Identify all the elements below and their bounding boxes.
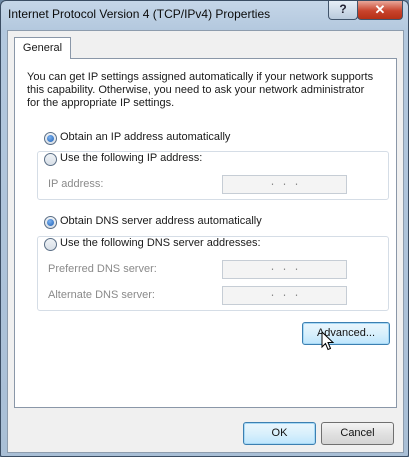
use-following-ip-radio[interactable] (44, 153, 57, 166)
window-title: Internet Protocol Version 4 (TCP/IPv4) P… (8, 7, 271, 21)
obtain-dns-auto-label[interactable]: Obtain DNS server address automatically (60, 215, 262, 227)
close-button[interactable]: ✕ (357, 1, 403, 20)
dialog-client-area: General You can get IP settings assigned… (7, 30, 404, 453)
use-following-dns-label[interactable]: Use the following DNS server addresses: (60, 237, 263, 249)
obtain-dns-auto-radio[interactable] (44, 216, 57, 229)
use-following-ip-label[interactable]: Use the following IP address: (60, 152, 205, 164)
alternate-dns-label: Alternate DNS server: (48, 289, 155, 301)
title-bar[interactable]: Internet Protocol Version 4 (TCP/IPv4) P… (1, 1, 408, 29)
preferred-dns-input[interactable]: . . . (222, 260, 347, 279)
advanced-button[interactable]: Advanced... (302, 322, 390, 345)
help-button[interactable]: ? (328, 1, 358, 20)
mouse-cursor-icon (321, 331, 335, 351)
ok-button[interactable]: OK (243, 422, 316, 445)
alternate-dns-input[interactable]: . . . (222, 286, 347, 305)
preferred-dns-label: Preferred DNS server: (48, 263, 157, 275)
obtain-ip-auto-label[interactable]: Obtain an IP address automatically (60, 131, 230, 143)
ip-address-label: IP address: (48, 178, 104, 190)
cancel-button[interactable]: Cancel (321, 422, 394, 445)
tab-general[interactable]: General (14, 37, 71, 59)
info-text: You can get IP settings assigned automat… (27, 71, 374, 109)
ip-address-input[interactable]: . . . (222, 175, 347, 194)
obtain-ip-auto-radio[interactable] (44, 132, 57, 145)
general-tab-panel: You can get IP settings assigned automat… (14, 58, 397, 408)
dialog-window: Internet Protocol Version 4 (TCP/IPv4) P… (0, 0, 409, 457)
use-following-dns-radio[interactable] (44, 238, 57, 251)
